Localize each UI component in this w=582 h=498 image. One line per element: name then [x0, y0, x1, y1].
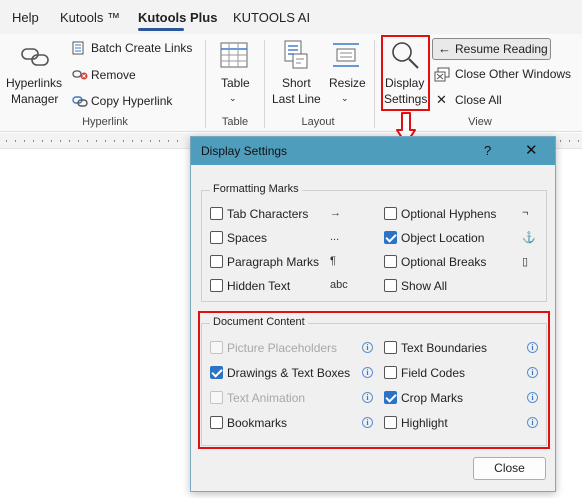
checkbox-label: Show All — [401, 279, 448, 293]
help-button[interactable]: ? — [484, 143, 491, 158]
close-other-windows-icon — [434, 67, 450, 82]
dialog-close-icon[interactable]: ✕ — [525, 141, 538, 159]
symbol-spaces-icon: ... — [330, 231, 340, 243]
checkbox-label: Tab Characters — [227, 207, 309, 221]
checkbox-row-paragraph-marks[interactable]: Paragraph Marks ¶ — [210, 254, 360, 270]
table-grid-icon — [220, 42, 248, 68]
checkbox-spaces[interactable] — [210, 231, 223, 244]
checkbox-label: Spaces — [227, 231, 268, 245]
checkbox-label: Paragraph Marks — [227, 255, 320, 269]
document-content-highlight-box — [198, 311, 550, 449]
dialog-title-bar[interactable]: Display Settings ? ✕ — [191, 137, 555, 165]
chain-link-icon — [21, 48, 49, 66]
close-icon: ✕ — [436, 92, 447, 107]
close-other-windows-label: Close Other Windows — [455, 67, 572, 81]
ribbon-separator — [374, 40, 375, 128]
tab-kutools-plus[interactable]: Kutools Plus — [138, 10, 217, 25]
chevron-down-icon: ⌄ — [229, 93, 237, 103]
group-label-table: Table — [221, 116, 249, 128]
batch-create-links-button[interactable]: Batch Create Links — [72, 40, 194, 58]
symbol-paragraph-marks-icon: ¶ — [330, 255, 336, 267]
short-last-line-label-1: Short — [282, 76, 311, 90]
checkbox-tab-characters[interactable] — [210, 207, 223, 220]
checkbox-row-spaces[interactable]: Spaces... — [210, 230, 360, 246]
symbol-object-location-icon: ⚓ — [522, 232, 536, 244]
table-label: Table — [221, 76, 250, 90]
group-label-view: View — [468, 116, 492, 128]
checkbox-label: Optional Hyphens — [401, 207, 497, 221]
hyperlinks-manager-label-1: Hyperlinks — [6, 76, 63, 90]
formatting-marks-group: Formatting Marks Tab Characters → Spaces..… — [201, 183, 547, 302]
short-last-line-label-2: Last Line — [272, 92, 321, 106]
group-label-hyperlink: Hyperlink — [82, 116, 128, 128]
tab-kutools-ai[interactable]: KUTOOLS AI — [233, 10, 310, 25]
short-last-line-icon — [284, 40, 308, 69]
symbol-optional-breaks-icon: ▯ — [522, 256, 529, 268]
checkbox-label: Optional Breaks — [401, 255, 487, 269]
close-all-button[interactable]: ✕ Close All — [434, 92, 514, 110]
copy-hyperlink-label: Copy Hyperlink — [91, 94, 173, 108]
symbol-tab-characters-icon: → — [330, 207, 341, 219]
resume-reading-button[interactable]: ← Resume Reading — [432, 38, 551, 60]
symbol-hidden-text-icon: abc — [330, 279, 348, 291]
display-settings-highlight-box — [381, 35, 430, 111]
checkbox-label: Hidden Text — [227, 279, 291, 293]
resize-icon — [333, 43, 359, 67]
symbol-optional-hyphens-icon: ¬ — [522, 207, 529, 219]
group-label-layout: Layout — [301, 116, 335, 128]
checkbox-object-location[interactable] — [384, 231, 397, 244]
checkbox-optional-hyphens[interactable] — [384, 207, 397, 220]
close-button[interactable]: Close — [473, 457, 546, 480]
hyperlinks-manager-label-2: Manager — [11, 92, 59, 106]
chevron-down-icon: ⌄ — [341, 93, 349, 103]
remove-hyperlink-button[interactable]: Remove — [72, 67, 152, 85]
ribbon: Hyperlinks Manager Batch Create Links Re… — [0, 34, 582, 132]
checkbox-row-hidden-text[interactable]: Hidden Text abc — [210, 278, 360, 294]
short-last-line-button[interactable]: Short Last Line — [270, 38, 322, 110]
checkbox-row-object-location[interactable]: Object Location ⚓ — [384, 230, 544, 246]
checkbox-row-optional-hyphens[interactable]: Optional Hyphens ¬ — [384, 206, 544, 222]
resize-button[interactable]: Resize ⌄ — [326, 38, 366, 110]
hyperlinks-manager-button[interactable]: Hyperlinks Manager — [4, 38, 64, 114]
checkbox-row-show-all[interactable]: Show All — [384, 278, 544, 294]
document-canvas[interactable] — [0, 149, 190, 498]
formatting-marks-legend: Formatting Marks — [210, 183, 302, 195]
copy-link-icon — [72, 96, 88, 107]
tab-kutools[interactable]: Kutools ™ — [60, 10, 120, 25]
copy-hyperlink-button[interactable]: Copy Hyperlink — [72, 93, 182, 111]
resume-reading-label: Resume Reading — [455, 42, 548, 56]
ribbon-separator — [264, 40, 265, 128]
checkbox-row-optional-breaks[interactable]: Optional Breaks ▯ — [384, 254, 544, 270]
remove-label: Remove — [91, 68, 136, 82]
checkbox-show-all[interactable] — [384, 279, 397, 292]
resize-label: Resize — [329, 76, 366, 90]
batch-create-links-label: Batch Create Links — [91, 41, 193, 55]
checkbox-hidden-text[interactable] — [210, 279, 223, 292]
document-link-icon — [72, 41, 84, 55]
arrow-left-icon: ← — [438, 41, 451, 56]
table-button[interactable]: Table ⌄ — [212, 38, 258, 110]
checkbox-optional-breaks[interactable] — [384, 255, 397, 268]
checkbox-label: Object Location — [401, 231, 485, 245]
close-all-label: Close All — [455, 93, 502, 107]
active-tab-indicator — [138, 28, 184, 31]
ribbon-tabs: Help Kutools ™ Kutools Plus KUTOOLS AI — [0, 0, 582, 34]
dialog-title: Display Settings — [201, 144, 288, 158]
tab-help[interactable]: Help — [12, 10, 39, 25]
checkbox-paragraph-marks[interactable] — [210, 255, 223, 268]
checkbox-row-tab-characters[interactable]: Tab Characters → — [210, 206, 360, 222]
remove-link-icon — [72, 70, 88, 80]
close-other-windows-button[interactable]: Close Other Windows — [434, 66, 574, 84]
ribbon-separator — [205, 40, 206, 128]
